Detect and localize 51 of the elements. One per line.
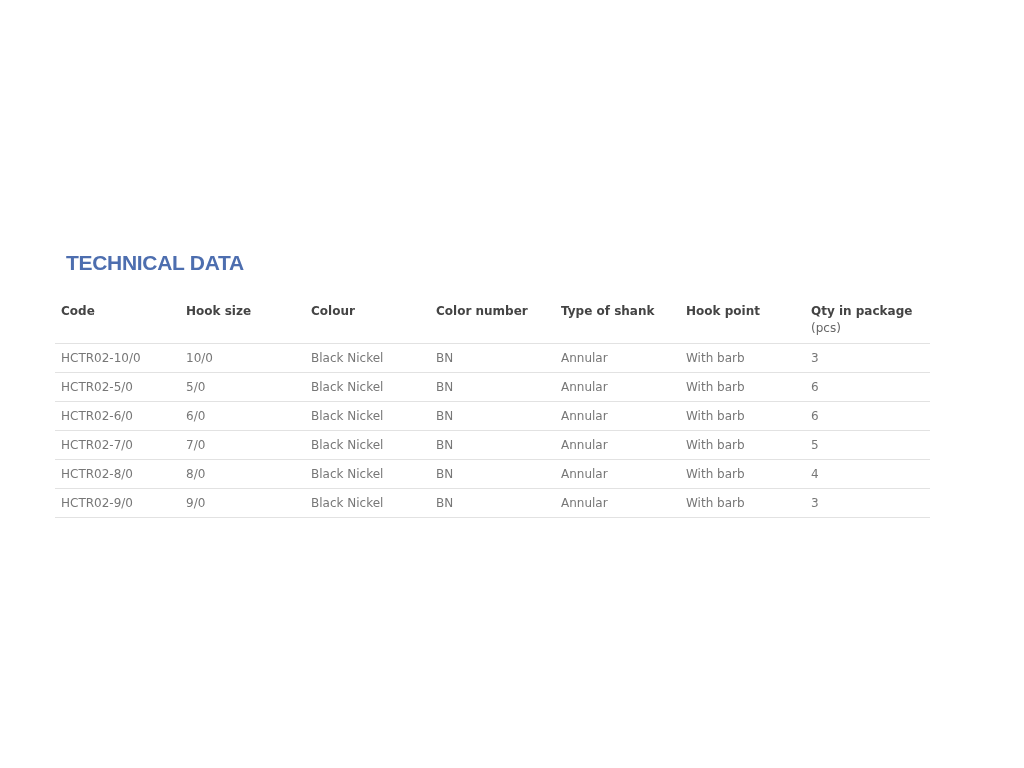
table-cell: BN <box>436 380 454 394</box>
table-cell: BN <box>436 409 454 423</box>
table-cell: Black Nickel <box>311 380 384 394</box>
column-header: Qty in package <box>811 303 914 320</box>
table-cell: Annular <box>561 351 608 365</box>
table-cell: HCTR02-5/0 <box>61 380 133 394</box>
table-cell: With barb <box>686 380 745 394</box>
table-cell: With barb <box>686 409 745 423</box>
table-cell: 8/0 <box>186 467 206 481</box>
table-cell: Black Nickel <box>311 496 384 510</box>
table-cell: HCTR02-9/0 <box>61 496 133 510</box>
table-cell: 4 <box>811 467 819 481</box>
table-cell: HCTR02-6/0 <box>61 409 133 423</box>
column-header: Color number <box>436 303 529 320</box>
table-cell: Annular <box>561 438 608 452</box>
table-cell: Black Nickel <box>311 438 384 452</box>
table-cell: 3 <box>811 351 819 365</box>
column-header: Hook point <box>686 303 761 320</box>
table-cell: HCTR02-10/0 <box>61 351 141 365</box>
table-cell: Annular <box>561 496 608 510</box>
table-cell: With barb <box>686 351 745 365</box>
table-cell: Black Nickel <box>311 409 384 423</box>
table-cell: Annular <box>561 467 608 481</box>
table-cell: 10/0 <box>186 351 213 365</box>
table-cell: 3 <box>811 496 819 510</box>
table-cell: 5 <box>811 438 819 452</box>
section-title: TECHNICAL DATA <box>66 250 245 276</box>
column-header: Type of shank <box>561 303 656 320</box>
table-cell: 6 <box>811 409 819 423</box>
column-header: Colour <box>311 303 356 320</box>
table-cell: BN <box>436 496 454 510</box>
table-cell: BN <box>436 438 454 452</box>
column-header: Code <box>61 303 96 320</box>
table-cell: 6/0 <box>186 409 206 423</box>
table-cell: HCTR02-8/0 <box>61 467 133 481</box>
table-cell: Annular <box>561 409 608 423</box>
table-cell: With barb <box>686 467 745 481</box>
table-cell: Black Nickel <box>311 351 384 365</box>
table-cell: 9/0 <box>186 496 206 510</box>
table-cell: Black Nickel <box>311 467 384 481</box>
table-cell: BN <box>436 467 454 481</box>
table-cell: Annular <box>561 380 608 394</box>
table-cell: 7/0 <box>186 438 206 452</box>
table-cell: BN <box>436 351 454 365</box>
table-cell: 6 <box>811 380 819 394</box>
table-cell: With barb <box>686 496 745 510</box>
table-cell: 5/0 <box>186 380 206 394</box>
table-cell: HCTR02-7/0 <box>61 438 133 452</box>
column-header: Hook size <box>186 303 253 320</box>
table-cell: With barb <box>686 438 745 452</box>
column-unit: (pcs) <box>811 320 842 337</box>
